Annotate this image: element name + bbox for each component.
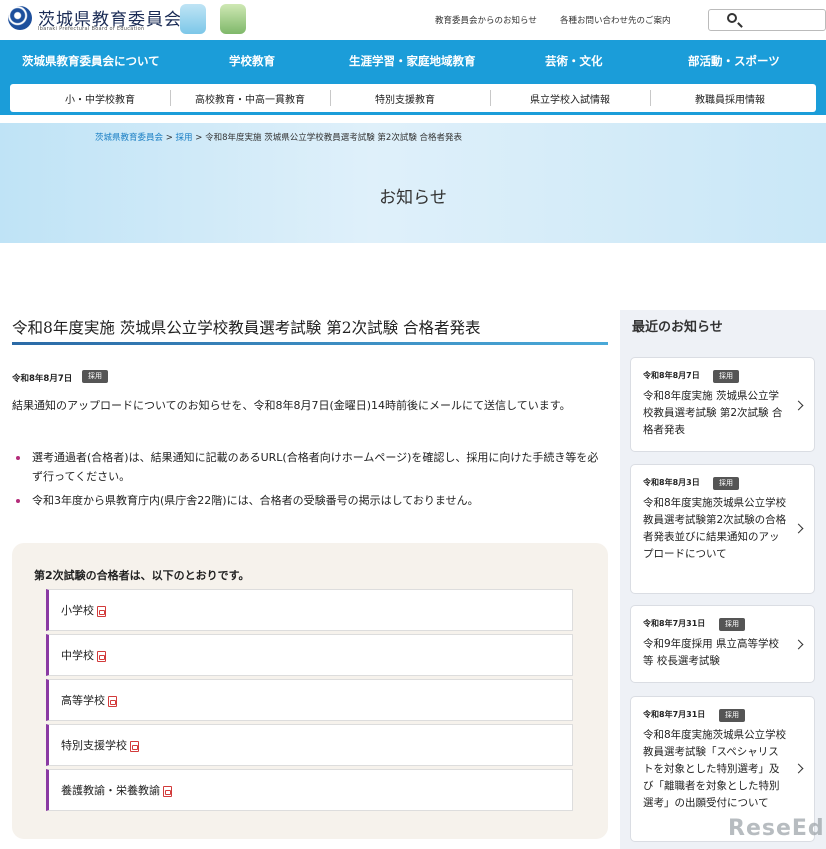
results-box: 第2次試験の合格者は、以下のとおりです。 小学校 中学校 高等学校 特別支援学校… bbox=[12, 543, 608, 839]
nav-item-lifelong-learning[interactable]: 生涯学習・家庭地域教育 bbox=[349, 53, 476, 69]
recent-news-card[interactable]: 令和8年8月7日 採用 令和8年度実施 茨城県公立学校教員選考試験 第2次試験 … bbox=[630, 357, 815, 452]
article-body: 結果通知のアップロードについてのお知らせを、令和8年8月7日(金曜日)14時前後… bbox=[12, 399, 571, 412]
card-title: 令和8年度実施茨城県公立学校教員選考試験第2次試験の合格者発表並びに結果通知のア… bbox=[643, 497, 787, 560]
result-label: 小学校 bbox=[61, 604, 94, 617]
result-label: 高等学校 bbox=[61, 694, 105, 707]
card-title: 令和8年度実施 茨城県公立学校教員選考試験 第2次試験 合格者発表 bbox=[643, 390, 783, 436]
sidebar-title: 最近のお知らせ bbox=[632, 320, 723, 335]
site-logo-subtitle: Ibaraki Prefectural Board of Education bbox=[38, 26, 145, 32]
pdf-icon bbox=[163, 785, 172, 797]
card-date: 令和8年7月31日 bbox=[643, 619, 706, 628]
chevron-right-icon bbox=[793, 639, 804, 650]
subnav-item-elementary[interactable]: 小・中学校教育 bbox=[50, 91, 150, 106]
breadcrumb-recruitment[interactable]: 採用 bbox=[176, 133, 193, 143]
notice-item: 選考通過者(合格者)は、結果通知に記載のあるURL(合格者向けホームページ)を確… bbox=[12, 448, 608, 486]
subnav-divider bbox=[490, 90, 491, 106]
subnav-item-high-school[interactable]: 高校教育・中高一貫教育 bbox=[185, 91, 315, 106]
pdf-icon bbox=[108, 695, 117, 707]
breadcrumb-separator: > bbox=[165, 133, 173, 143]
card-title: 令和8年度実施茨城県公立学校教員選考試験「スペシャリストを対象とした特別選考」及… bbox=[643, 729, 787, 809]
pdf-icon bbox=[97, 650, 106, 662]
nav-item-club-sports[interactable]: 部活動・スポーツ bbox=[688, 53, 780, 69]
chevron-right-icon bbox=[793, 763, 804, 774]
sub-navigation: 小・中学校教育 高校教育・中高一貫教育 特別支援教育 県立学校入試情報 教職員採… bbox=[10, 84, 816, 112]
result-link-special-support[interactable]: 特別支援学校 bbox=[46, 724, 573, 766]
result-link-high-school[interactable]: 高等学校 bbox=[46, 679, 573, 721]
search-input[interactable] bbox=[708, 9, 826, 31]
result-link-junior-high[interactable]: 中学校 bbox=[46, 634, 573, 676]
result-label: 中学校 bbox=[61, 649, 94, 662]
chevron-right-icon bbox=[793, 523, 804, 534]
subnav-divider bbox=[650, 90, 651, 106]
subnav-divider bbox=[170, 90, 171, 106]
card-category-badge: 採用 bbox=[713, 477, 739, 490]
header-link-announcements[interactable]: 教育委員会からのお知らせ bbox=[435, 14, 537, 26]
nav-item-about[interactable]: 茨城県教育委員会について bbox=[22, 53, 160, 69]
card-date: 令和8年8月3日 bbox=[643, 478, 700, 487]
card-category-badge: 採用 bbox=[713, 370, 739, 383]
card-category-badge: 採用 bbox=[719, 618, 745, 631]
article-category-badge: 採用 bbox=[82, 370, 108, 383]
site-header: 茨城県教育委員会 Ibaraki Prefectural Board of Ed… bbox=[0, 0, 826, 40]
subnav-divider bbox=[330, 90, 331, 106]
card-date: 令和8年7月31日 bbox=[643, 710, 706, 719]
results-heading: 第2次試験の合格者は、以下のとおりです。 bbox=[34, 569, 250, 582]
result-label: 養護教諭・栄養教諭 bbox=[61, 784, 160, 797]
result-link-elementary[interactable]: 小学校 bbox=[46, 589, 573, 631]
result-link-nurse-nutrition[interactable]: 養護教諭・栄養教諭 bbox=[46, 769, 573, 811]
notice-list: 選考通過者(合格者)は、結果通知に記載のあるURL(合格者向けホームページ)を確… bbox=[12, 448, 608, 515]
result-label: 特別支援学校 bbox=[61, 739, 127, 752]
card-title: 令和9年度採用 県立高等学校等 校長選考試験 bbox=[643, 638, 780, 667]
breadcrumb-current: 令和8年度実施 茨城県公立学校教員選考試験 第2次試験 合格者発表 bbox=[205, 133, 463, 143]
breadcrumb-home[interactable]: 茨城県教育委員会 bbox=[95, 133, 163, 143]
article-title: 令和8年度実施 茨城県公立学校教員選考試験 第2次試験 合格者発表 bbox=[12, 319, 481, 337]
mascot-illustration-icon bbox=[220, 4, 246, 34]
chevron-right-icon bbox=[793, 400, 804, 411]
mascot-illustration-icon bbox=[180, 4, 206, 34]
search-icon[interactable] bbox=[727, 13, 737, 23]
notice-item: 令和3年度から県教育庁内(県庁舎22階)には、合格者の受験番号の掲示はしておりま… bbox=[12, 491, 608, 510]
card-category-badge: 採用 bbox=[719, 709, 745, 722]
nav-item-arts-culture[interactable]: 芸術・文化 bbox=[545, 53, 603, 69]
breadcrumb-separator: > bbox=[195, 133, 203, 143]
subnav-item-special-needs[interactable]: 特別支援教育 bbox=[350, 91, 460, 106]
pdf-icon bbox=[130, 740, 139, 752]
article-date: 令和8年8月7日 bbox=[12, 374, 73, 384]
recent-news-card[interactable]: 令和8年7月31日 採用 令和9年度採用 県立高等学校等 校長選考試験 bbox=[630, 605, 815, 683]
recent-news-card[interactable]: 令和8年8月3日 採用 令和8年度実施茨城県公立学校教員選考試験第2次試験の合格… bbox=[630, 464, 815, 594]
subnav-item-admissions[interactable]: 県立学校入試情報 bbox=[510, 91, 630, 106]
page-hero: 茨城県教育委員会 > 採用 > 令和8年度実施 茨城県公立学校教員選考試験 第2… bbox=[0, 123, 826, 243]
watermark-logo: ReseEd bbox=[728, 816, 825, 841]
nav-item-school-education[interactable]: 学校教育 bbox=[229, 53, 275, 69]
board-logo-icon[interactable] bbox=[8, 6, 32, 30]
title-underline bbox=[12, 342, 608, 345]
subnav-item-recruitment[interactable]: 教職員採用情報 bbox=[665, 91, 795, 106]
card-date: 令和8年8月7日 bbox=[643, 371, 700, 380]
header-link-contacts[interactable]: 各種お問い合わせ先のご案内 bbox=[560, 14, 671, 26]
pdf-icon bbox=[97, 605, 106, 617]
breadcrumb: 茨城県教育委員会 > 採用 > 令和8年度実施 茨城県公立学校教員選考試験 第2… bbox=[95, 131, 462, 143]
page-title: お知らせ bbox=[379, 188, 447, 208]
